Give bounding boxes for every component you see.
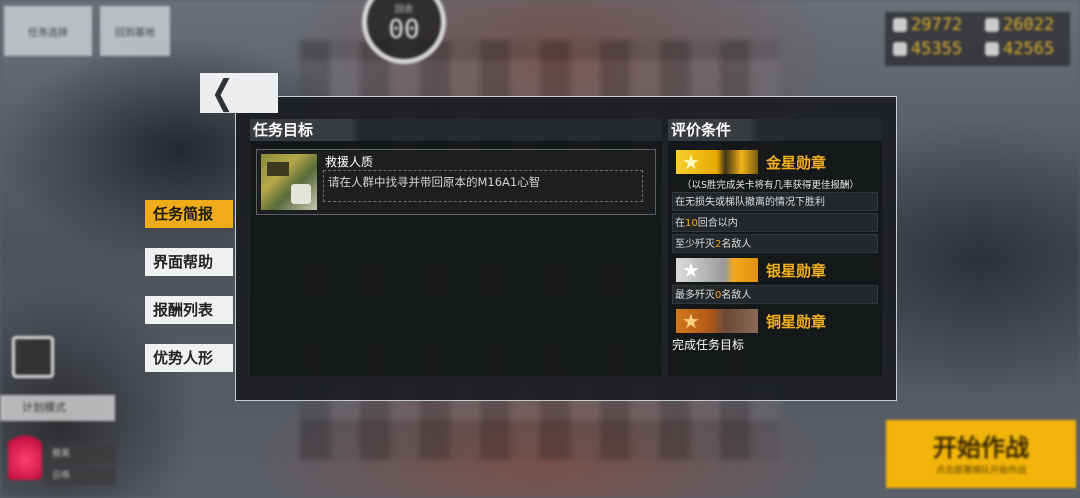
- star-icon: ★: [682, 150, 700, 174]
- ammo-icon: [985, 18, 999, 32]
- gold-medal-note: （以S胜完成关卡将有几率获得更佳报酬）: [682, 180, 860, 191]
- condition-value: 10: [685, 218, 698, 229]
- turn-label: 回合: [394, 5, 413, 15]
- bronze-medal-name: 铜星勋章: [766, 312, 827, 331]
- condition-text: 在: [675, 218, 685, 229]
- objectives-section: 任务目标 救援人质 请在人群中找寻并带回原本的M16A1心智: [250, 119, 662, 376]
- gold-medal-name: 金星勋章: [766, 153, 827, 172]
- condition-text: 至少歼灭: [675, 239, 715, 250]
- gold-condition-2: 在10回合以内: [672, 213, 878, 232]
- evaluation-section: 评价条件 ★ 金星勋章 （以S胜完成关卡将有几率获得更佳报酬） 在无损失或梯队撤…: [668, 119, 882, 376]
- condition-text: 名敌人: [721, 290, 752, 301]
- mission-objective-card: 救援人质 请在人群中找寻并带回原本的M16A1心智: [256, 149, 656, 215]
- resource-rations: 45355: [911, 39, 963, 59]
- star-icon: ★: [682, 309, 700, 333]
- rations-icon: [893, 42, 907, 56]
- return-base-button[interactable]: 回到基地: [100, 6, 170, 56]
- return-base-label: 回到基地: [115, 27, 155, 39]
- tab-label: 优势人形: [153, 349, 214, 367]
- resource-panel: 29772 26022 45355 42565: [885, 12, 1070, 66]
- gold-medal-badge: ★: [676, 150, 758, 174]
- gold-medal-row: ★ 金星勋章: [676, 149, 826, 175]
- manpower-icon: [893, 18, 907, 32]
- silver-medal-name: 银星勋章: [766, 261, 827, 280]
- silver-condition-1: 最多歼灭0名敌人: [672, 285, 878, 304]
- condition-text: 在无损失或梯队撤离的情况下胜利: [675, 197, 825, 208]
- bronze-medal-row: ★ 铜星勋章: [676, 308, 826, 334]
- tab-mission-briefing[interactable]: 任务简报: [145, 200, 233, 228]
- start-battle-sub: 点击部署梯队开始作战: [935, 466, 1026, 476]
- condition-text: 回合以内: [697, 218, 738, 229]
- back-button[interactable]: ❮: [200, 73, 278, 113]
- summon-button[interactable]: 召唤: [46, 467, 116, 485]
- chevron-left-icon: ❮: [210, 73, 234, 113]
- mission-select-button[interactable]: 任务选择: [4, 6, 92, 56]
- bronze-medal-badge: ★: [676, 309, 758, 333]
- condition-text: 最多歼灭: [675, 290, 715, 301]
- turn-value: 00: [388, 15, 420, 45]
- silver-medal-badge: ★: [676, 258, 758, 282]
- summon-label: 召唤: [52, 471, 71, 481]
- pause-icon[interactable]: [12, 336, 54, 378]
- star-icon: ★: [682, 258, 700, 282]
- fairy-icon[interactable]: [8, 430, 42, 480]
- tab-label: 报酬列表: [153, 301, 214, 319]
- start-battle-button[interactable]: 开始作战 点击部署梯队开始作战: [886, 420, 1076, 488]
- thumbnail-figure: [267, 162, 289, 176]
- plan-mode-label: 计划模式: [22, 401, 66, 414]
- tab-label: 任务简报: [153, 205, 214, 223]
- mission-name: 救援人质: [325, 155, 374, 169]
- resource-ammo: 26022: [1003, 15, 1055, 35]
- tab-reward-list[interactable]: 报酬列表: [145, 296, 233, 324]
- resource-manpower: 29772: [911, 15, 963, 35]
- gold-condition-3: 至少歼灭2名敌人: [672, 234, 878, 253]
- gold-condition-1: 在无损失或梯队撤离的情况下胜利: [672, 192, 878, 211]
- mission-thumbnail: [261, 154, 317, 210]
- tab-interface-help[interactable]: 界面帮助: [145, 248, 233, 276]
- objectives-title: 任务目标: [253, 121, 314, 139]
- mission-select-label: 任务选择: [28, 27, 68, 39]
- retreat-button[interactable]: 撤离: [46, 445, 116, 463]
- silver-medal-row: ★ 银星勋章: [676, 257, 826, 283]
- tab-advantage-dolls[interactable]: 优势人形: [145, 344, 233, 372]
- mission-description: 请在人群中找寻并带回原本的M16A1心智: [323, 170, 643, 202]
- resource-parts: 42565: [1003, 39, 1055, 59]
- parts-icon: [985, 42, 999, 56]
- bronze-condition: 完成任务目标: [672, 338, 745, 352]
- plan-mode-button[interactable]: 计划模式: [0, 395, 115, 421]
- condition-text: 名敌人: [721, 239, 752, 250]
- thumbnail-figure: [291, 184, 311, 204]
- mission-info-panel: 任务目标 救援人质 请在人群中找寻并带回原本的M16A1心智 评价条件 ★ 金星…: [235, 96, 897, 401]
- evaluation-title: 评价条件: [671, 121, 732, 139]
- tab-label: 界面帮助: [153, 253, 214, 271]
- retreat-label: 撤离: [52, 449, 71, 459]
- start-battle-label: 开始作战: [933, 434, 1029, 462]
